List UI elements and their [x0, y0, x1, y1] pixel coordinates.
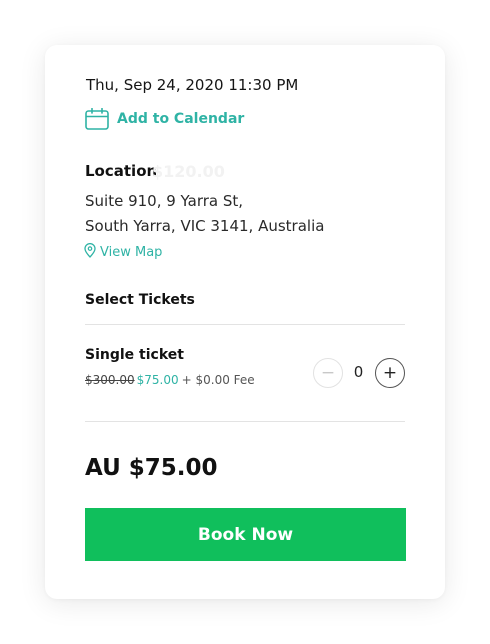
- ticket-fee: + $0.00 Fee: [181, 373, 255, 387]
- view-map-label: View Map: [100, 245, 163, 260]
- view-map-link[interactable]: View Map: [84, 243, 162, 262]
- select-tickets-heading: Select Tickets: [85, 292, 195, 308]
- total-price: AU $75.00: [85, 455, 218, 481]
- ticket-prices: $300.00 $75.00 + $0.00 Fee: [85, 373, 255, 387]
- quantity-value: 0: [353, 363, 364, 381]
- book-now-button[interactable]: Book Now: [85, 508, 406, 561]
- address-line-1: Suite 910, 9 Yarra St,: [85, 192, 244, 210]
- calendar-icon: [85, 108, 109, 130]
- ticket-card: Thu, Sep 24, 2020 11:30 PM Add to Calend…: [45, 45, 445, 599]
- location-label: Location: [85, 162, 158, 180]
- increase-quantity-button[interactable]: +: [375, 358, 405, 388]
- divider: [85, 324, 405, 325]
- sale-price: $75.00: [136, 373, 179, 387]
- address-line-2: South Yarra, VIC 3141, Australia: [85, 217, 325, 235]
- divider: [85, 421, 405, 422]
- map-pin-icon: [84, 243, 96, 262]
- decrease-quantity-button[interactable]: −: [313, 358, 343, 388]
- ticket-name: Single ticket: [85, 347, 184, 363]
- event-datetime: Thu, Sep 24, 2020 11:30 PM: [86, 76, 299, 94]
- add-to-calendar-link[interactable]: Add to Calendar: [85, 108, 244, 130]
- add-to-calendar-label: Add to Calendar: [117, 111, 245, 127]
- original-price: $300.00: [85, 373, 135, 387]
- ghost-price: $120.00: [152, 162, 225, 181]
